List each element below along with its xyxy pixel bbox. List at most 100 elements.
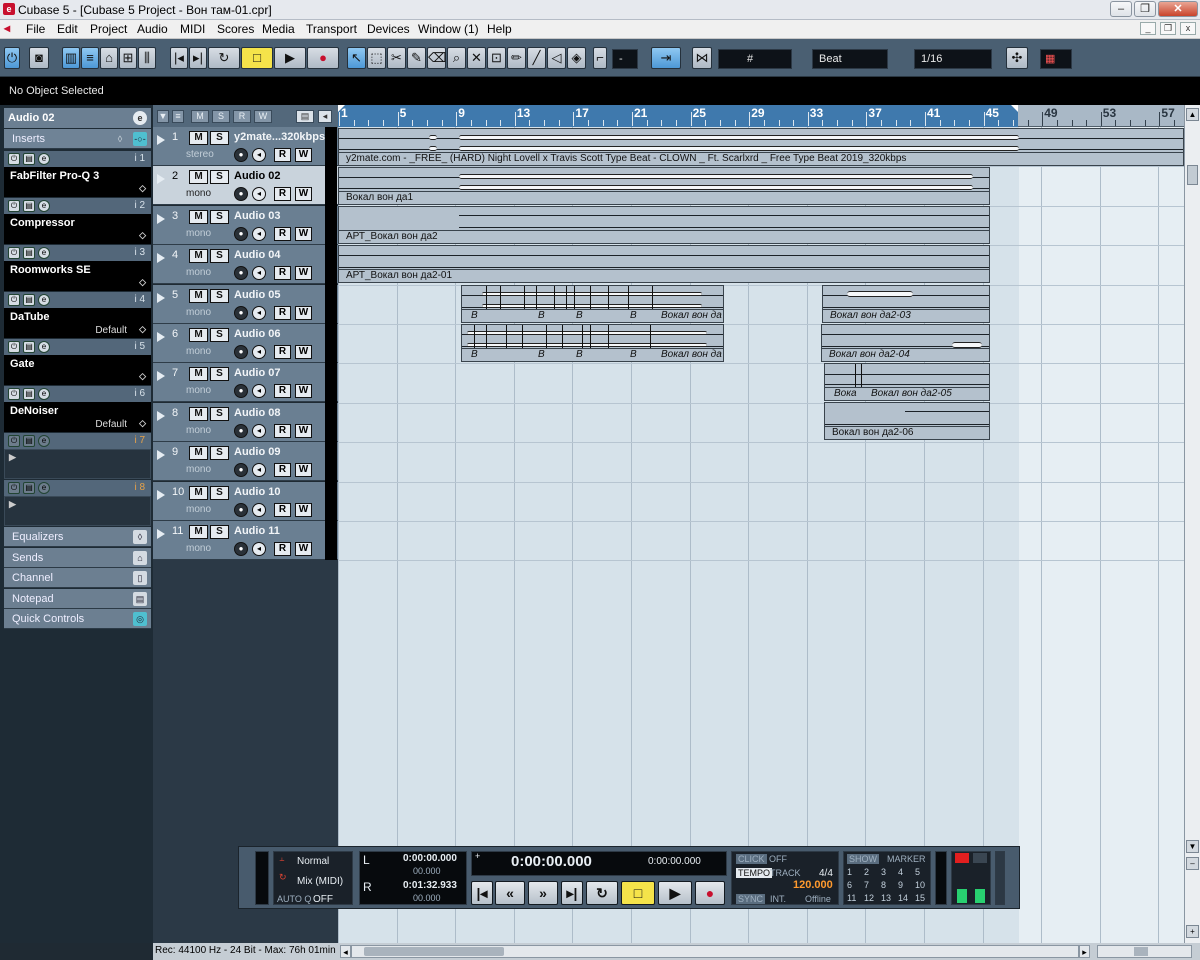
insert-edit-e-icon[interactable]: e (38, 388, 50, 400)
time-warp-tool[interactable]: ⊡ (487, 47, 506, 69)
audio-clip-vocal-2-06[interactable]: Вокал вон да2-06 (824, 402, 990, 440)
solo-button[interactable]: S (210, 170, 229, 185)
erase-tool[interactable]: ⌫ (427, 47, 446, 69)
left-locator-icon[interactable]: L (363, 853, 370, 867)
inserts-section-header[interactable]: Inserts ◊ -○- (4, 129, 151, 149)
insert-bypass-icon[interactable]: ⏻ (8, 153, 20, 165)
mdi-restore-button[interactable]: ❐ (1160, 22, 1176, 35)
insert-edit-e-icon[interactable]: e (38, 200, 50, 212)
track-header[interactable]: 11 M S Audio 11 mono ● ◂ R W (153, 521, 338, 560)
edit-channel-icon[interactable]: e (133, 111, 147, 125)
write-automation-button[interactable]: W (295, 148, 312, 162)
expand-track-icon[interactable] (157, 213, 165, 224)
marker-locate-button[interactable]: 14 (898, 893, 908, 903)
scroll-left-arrow[interactable]: ◂ (340, 945, 351, 958)
solo-button[interactable]: S (210, 525, 229, 539)
track-header[interactable]: 1 M Sy2mate...320kbps stereo ● ◂ R W (153, 127, 338, 166)
expand-track-icon[interactable] (157, 410, 165, 421)
auto-quantize-label[interactable]: AUTO Q (277, 894, 311, 904)
clip-indicator-right[interactable] (973, 853, 987, 863)
horizontal-scroll-thumb[interactable] (364, 947, 504, 956)
track-name[interactable]: Audio 02 (234, 170, 336, 182)
insert-slot-plugin[interactable]: DeNoiser Default ◇ (4, 402, 151, 432)
mute-tool[interactable]: ✕ (467, 47, 486, 69)
quantize-mode-select[interactable]: - (612, 49, 638, 69)
insert-bypass-icon[interactable]: ⏻ (8, 341, 20, 353)
equalizers-section[interactable]: Equalizers ◊ (4, 527, 151, 547)
monitor-icon[interactable]: ◂ (252, 345, 266, 359)
marker-locate-button[interactable]: 2 (864, 867, 869, 877)
insert-menu-icon[interactable]: ◇ (139, 277, 146, 288)
record-enable-icon[interactable]: ● (234, 148, 248, 162)
expand-track-icon[interactable] (157, 450, 165, 461)
insert-slot-arrow-icon[interactable]: ▶ (9, 499, 16, 510)
track-name[interactable]: Audio 10 (234, 486, 336, 498)
record-enable-icon[interactable]: ● (234, 384, 248, 399)
insert-slot-arrow-icon[interactable]: ▶ (9, 452, 16, 463)
menu-help[interactable]: Help (487, 22, 512, 36)
read-automation-button[interactable]: R (274, 187, 291, 202)
solo-button[interactable]: S (210, 249, 229, 264)
menu-audio[interactable]: Audio (137, 22, 168, 36)
monitor-icon[interactable]: ◂ (252, 266, 266, 281)
secondary-time-display[interactable]: 0:00:00.000 (648, 856, 701, 867)
global-write-icon[interactable]: W (254, 110, 272, 123)
marker-locate-button[interactable]: 8 (881, 880, 886, 890)
insert-bypass-icon[interactable]: ⏻ (8, 482, 20, 494)
mute-button[interactable]: M (189, 446, 208, 461)
record-enable-icon[interactable]: ● (234, 423, 248, 438)
record-enable-icon[interactable]: ● (234, 463, 248, 478)
write-automation-button[interactable]: W (295, 542, 312, 556)
horizontal-scrollbar[interactable] (351, 945, 1079, 958)
sends-section[interactable]: Sends ⌂ (4, 547, 151, 568)
cycle-button[interactable]: ↻ (208, 47, 240, 69)
show-inspector-button[interactable]: ▥ (62, 47, 80, 69)
insert-menu-icon[interactable]: ◇ (139, 371, 146, 382)
primary-time-display[interactable]: 0:00:00.000 (511, 853, 592, 870)
menu-project[interactable]: Project (90, 22, 127, 36)
nudge-icon[interactable]: ✣ (1006, 47, 1028, 69)
insert-slot-plugin[interactable]: Gate ◇ (4, 355, 151, 385)
solo-button[interactable]: S (210, 209, 229, 224)
activate-project-button[interactable]: ⏻ (4, 47, 20, 69)
record-enable-icon[interactable]: ● (234, 187, 248, 202)
draw-tool[interactable]: ✏ (507, 47, 526, 69)
timeline-ruler[interactable]: 1 5 9 13 17 21 25 29 33 37 41 45 49 53 57 (338, 105, 1190, 127)
stop-button[interactable]: □ (241, 47, 273, 69)
read-automation-button[interactable]: R (274, 502, 291, 517)
audio-clip-vocal-1[interactable]: Вокал вон да1 (338, 167, 990, 205)
track-header[interactable]: 10 M S Audio 10 mono ● ◂ R W (153, 481, 338, 521)
right-locator-marker[interactable] (1011, 105, 1018, 112)
insert-menu-icon[interactable]: ◇ (139, 183, 146, 194)
track-header[interactable]: 2 M S Audio 02 mono ● ◂ R W (153, 166, 338, 206)
monitor-icon[interactable]: ◂ (252, 187, 266, 202)
insert-menu-icon[interactable]: ◇ (139, 324, 146, 335)
master-level-slider[interactable] (995, 851, 1005, 905)
track-list-menu-icon[interactable]: ▼ (157, 110, 169, 123)
expand-track-icon[interactable] (157, 332, 165, 342)
audio-clip-art-vocal-2-01[interactable]: АРТ_Вокал вон да2-01 (338, 245, 990, 283)
clip-indicator-left[interactable] (955, 853, 969, 863)
write-automation-button[interactable]: W (295, 502, 312, 517)
track-header[interactable]: 8 M S Audio 08 mono ● ◂ R W (153, 402, 338, 442)
insert-edit-e-icon[interactable]: e (38, 294, 50, 306)
menu-file[interactable]: File (26, 22, 45, 36)
menu-transport[interactable]: Transport (306, 22, 357, 36)
solo-button[interactable]: S (210, 288, 229, 303)
show-mixer-button[interactable]: ⫼ (138, 47, 156, 69)
cycle-transport-button[interactable]: ↻ (586, 881, 618, 905)
expand-track-icon[interactable] (157, 489, 165, 500)
color-tool[interactable]: ◈ (567, 47, 586, 69)
maximize-button[interactable]: ❐ (1134, 1, 1156, 17)
inserts-bypass-icon[interactable]: ◊ (113, 132, 127, 146)
write-automation-button[interactable]: W (295, 423, 312, 438)
read-automation-button[interactable]: R (274, 423, 291, 438)
stop-transport-button[interactable]: □ (621, 881, 655, 905)
marker-locate-button[interactable]: 4 (898, 867, 903, 877)
record-mode-select[interactable]: Normal (297, 856, 329, 867)
marker-locate-button[interactable]: 1 (847, 867, 852, 877)
insert-edit-e-icon[interactable]: e (38, 435, 50, 447)
expand-track-icon[interactable] (157, 529, 165, 539)
snap-toggle-button[interactable]: ⇥ (651, 47, 681, 69)
quantize-value-select[interactable]: 1/16 (914, 49, 992, 69)
